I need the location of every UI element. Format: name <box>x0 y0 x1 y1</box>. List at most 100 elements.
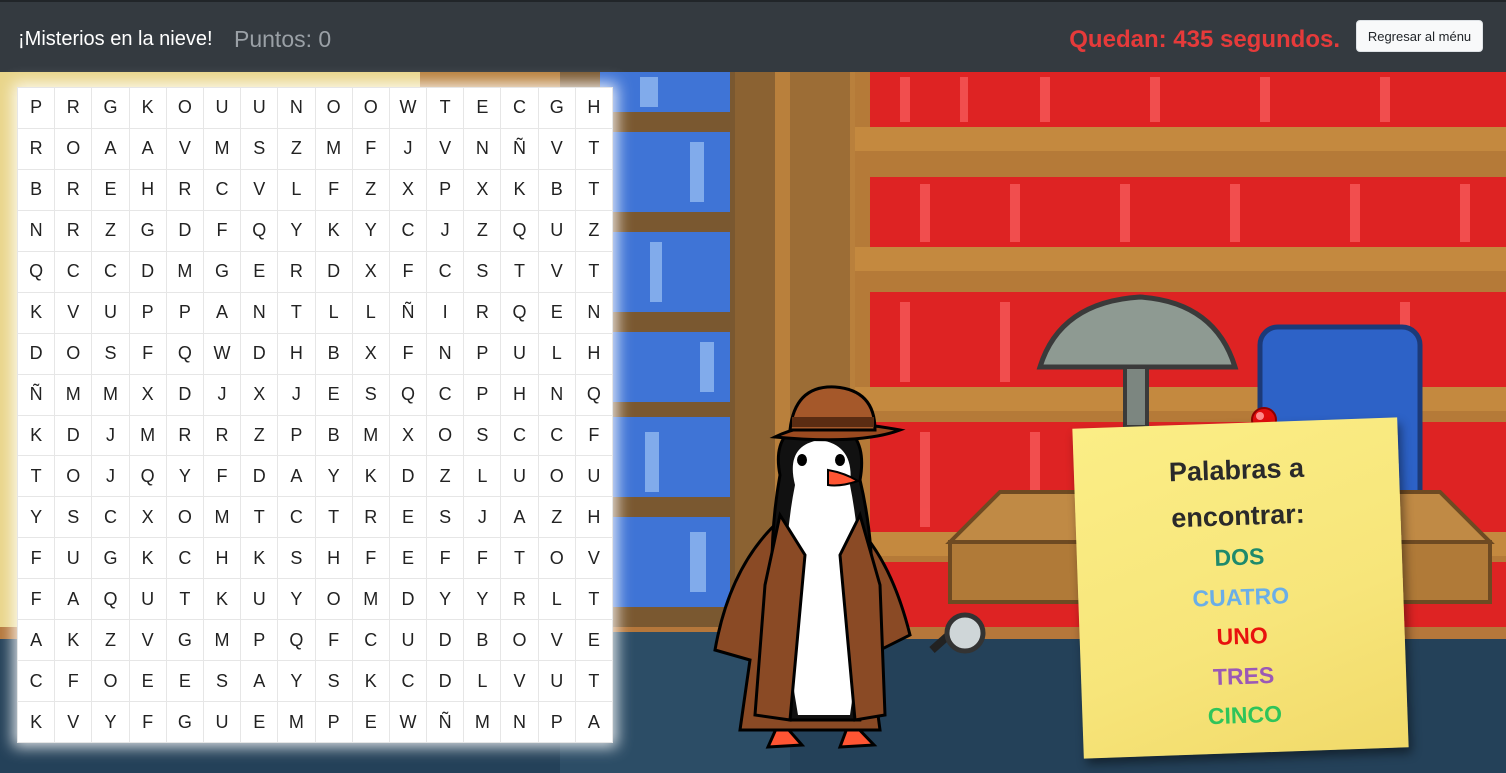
letter-cell[interactable]: K <box>314 209 353 252</box>
letter-cell[interactable]: R <box>202 414 242 457</box>
letter-cell[interactable]: K <box>16 701 56 743</box>
letter-cell[interactable]: M <box>165 250 204 293</box>
letter-cell[interactable]: M <box>277 701 316 743</box>
letter-cell[interactable]: F <box>314 619 353 662</box>
letter-cell[interactable]: U <box>537 660 576 703</box>
letter-cell[interactable]: M <box>202 127 242 170</box>
letter-cell[interactable]: Y <box>91 701 130 743</box>
letter-cell[interactable]: Z <box>91 209 130 252</box>
letter-cell[interactable]: H <box>574 332 614 375</box>
letter-cell[interactable]: K <box>500 168 539 211</box>
letter-cell[interactable]: M <box>351 414 390 457</box>
letter-cell[interactable]: R <box>463 291 502 334</box>
letter-cell[interactable]: S <box>202 660 242 703</box>
letter-cell[interactable]: O <box>54 332 93 375</box>
letter-cell[interactable]: C <box>388 660 428 703</box>
letter-cell[interactable]: F <box>574 414 614 457</box>
letter-cell[interactable]: C <box>500 87 539 129</box>
letter-cell[interactable]: Q <box>500 291 539 334</box>
letter-cell[interactable]: H <box>277 332 316 375</box>
letter-cell[interactable]: G <box>128 209 167 252</box>
letter-cell[interactable]: R <box>351 496 390 539</box>
letter-cell[interactable]: F <box>426 537 465 580</box>
letter-cell[interactable]: E <box>351 701 390 743</box>
letter-cell[interactable]: U <box>388 619 428 662</box>
game-title[interactable]: ¡Misterios en la nieve! <box>18 28 213 51</box>
letter-cell[interactable]: T <box>16 455 56 498</box>
letter-cell[interactable]: N <box>16 209 56 252</box>
letter-cell[interactable]: F <box>202 455 242 498</box>
letter-cell[interactable]: O <box>426 414 465 457</box>
letter-cell[interactable]: E <box>388 496 428 539</box>
letter-cell[interactable]: M <box>91 373 130 416</box>
letter-cell[interactable]: F <box>351 537 390 580</box>
letter-cell[interactable]: C <box>351 619 390 662</box>
letter-cell[interactable]: P <box>463 373 502 416</box>
letter-cell[interactable]: B <box>314 414 353 457</box>
letter-cell[interactable]: V <box>128 619 167 662</box>
letter-cell[interactable]: G <box>165 619 204 662</box>
letter-cell[interactable]: S <box>351 373 390 416</box>
letter-cell[interactable]: A <box>16 619 56 662</box>
letter-cell[interactable]: N <box>574 291 614 334</box>
letter-cell[interactable]: Z <box>537 496 576 539</box>
letter-cell[interactable]: V <box>537 127 576 170</box>
letter-cell[interactable]: C <box>426 250 465 293</box>
letter-cell[interactable]: M <box>463 701 502 743</box>
letter-cell[interactable]: N <box>277 87 316 129</box>
letter-cell[interactable]: Q <box>165 332 204 375</box>
letter-cell[interactable]: E <box>574 619 614 662</box>
letter-cell[interactable]: D <box>165 373 204 416</box>
letter-cell[interactable]: A <box>574 701 614 743</box>
letter-cell[interactable]: K <box>351 455 390 498</box>
letter-cell[interactable]: F <box>128 701 167 743</box>
letter-cell[interactable]: E <box>240 701 279 743</box>
letter-cell[interactable]: V <box>500 660 539 703</box>
letter-cell[interactable]: M <box>314 127 353 170</box>
letter-cell[interactable]: G <box>165 701 204 743</box>
letter-cell[interactable]: T <box>574 250 614 293</box>
letter-cell[interactable]: P <box>165 291 204 334</box>
letter-cell[interactable]: L <box>277 168 316 211</box>
letter-cell[interactable]: A <box>202 291 242 334</box>
letter-cell[interactable]: V <box>537 250 576 293</box>
letter-cell[interactable]: U <box>128 578 167 621</box>
letter-cell[interactable]: C <box>91 496 130 539</box>
letter-cell[interactable]: A <box>240 660 279 703</box>
letter-cell[interactable]: O <box>54 455 93 498</box>
letter-cell[interactable]: F <box>351 127 390 170</box>
letter-cell[interactable]: Z <box>240 414 279 457</box>
letter-cell[interactable]: X <box>463 168 502 211</box>
letter-cell[interactable]: H <box>500 373 539 416</box>
letter-cell[interactable]: Q <box>128 455 167 498</box>
letter-cell[interactable]: D <box>165 209 204 252</box>
letter-cell[interactable]: S <box>91 332 130 375</box>
letter-cell[interactable]: P <box>240 619 279 662</box>
letter-cell[interactable]: L <box>537 332 576 375</box>
letter-cell[interactable]: R <box>54 168 93 211</box>
letter-cell[interactable]: O <box>54 127 93 170</box>
letter-cell[interactable]: A <box>277 455 316 498</box>
letter-cell[interactable]: Y <box>277 578 316 621</box>
letter-cell[interactable]: O <box>165 87 204 129</box>
letter-cell[interactable]: B <box>16 168 56 211</box>
letter-cell[interactable]: X <box>351 250 390 293</box>
letter-cell[interactable]: K <box>54 619 93 662</box>
letter-cell[interactable]: I <box>426 291 465 334</box>
letter-cell[interactable]: S <box>240 127 279 170</box>
letter-cell[interactable]: C <box>500 414 539 457</box>
letter-cell[interactable]: N <box>426 332 465 375</box>
letter-cell[interactable]: X <box>388 168 428 211</box>
letter-cell[interactable]: J <box>426 209 465 252</box>
letter-cell[interactable]: D <box>54 414 93 457</box>
letter-cell[interactable]: Z <box>91 619 130 662</box>
letter-cell[interactable]: A <box>128 127 167 170</box>
letter-cell[interactable]: M <box>351 578 390 621</box>
letter-cell[interactable]: Z <box>574 209 614 252</box>
letter-cell[interactable]: N <box>500 701 539 743</box>
letter-cell[interactable]: E <box>314 373 353 416</box>
letter-cell[interactable]: Y <box>351 209 390 252</box>
letter-cell[interactable]: V <box>54 291 93 334</box>
letter-cell[interactable]: Y <box>277 660 316 703</box>
letter-cell[interactable]: H <box>202 537 242 580</box>
